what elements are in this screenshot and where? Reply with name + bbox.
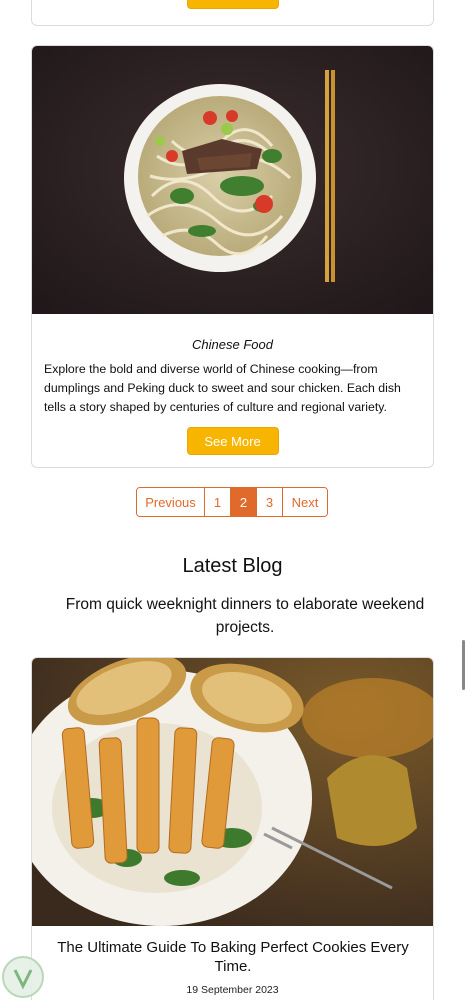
chicken-salad-photo-icon [32,658,433,926]
see-more-button[interactable]: See More [186,0,279,9]
blog-image[interactable] [32,658,433,926]
blog-post-date: 19 September 2023 [186,984,279,996]
pagination-page-2[interactable]: 2 [231,488,257,516]
recipe-image [32,46,433,314]
see-more-button[interactable]: See More [186,427,279,455]
recipe-card-previous: See More [31,0,434,26]
latest-blog-subtitle: From quick weeknight dinners to elaborat… [65,596,425,636]
pagination-next[interactable]: Next [283,488,327,516]
recipe-description: Explore the bold and diverse world of Ch… [44,362,401,414]
recipe-card-chinese-food: Chinese Food Explore the bold and divers… [31,45,434,468]
pagination: Previous 1 2 3 Next [136,487,328,517]
noodle-soup-photo-icon [32,46,433,314]
recipe-title: Chinese Food [192,337,273,352]
blog-card[interactable]: The Ultimate Guide To Baking Perfect Coo… [31,657,434,1000]
pagination-previous[interactable]: Previous [137,488,205,516]
pagination-page-3[interactable]: 3 [257,488,283,516]
pagination-page-1[interactable]: 1 [205,488,231,516]
blog-post-title[interactable]: The Ultimate Guide To Baking Perfect Coo… [42,938,424,976]
latest-blog-heading: Latest Blog [182,555,283,577]
watermark-badge-icon [2,956,44,998]
